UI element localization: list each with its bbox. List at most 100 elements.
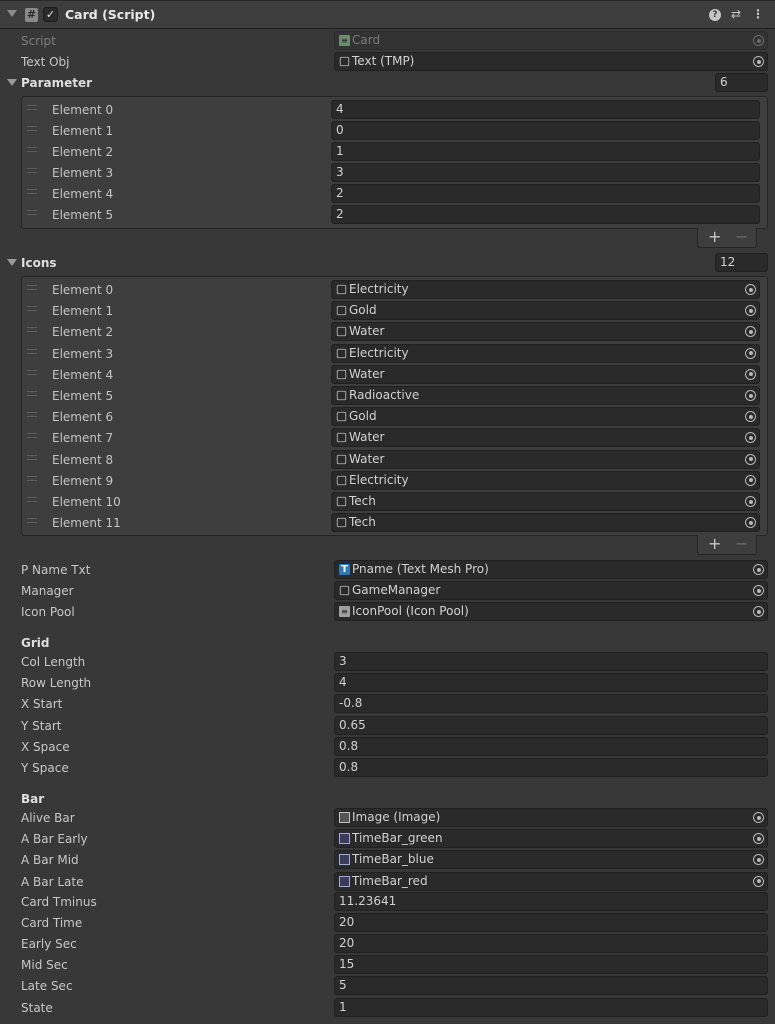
foldout-arrow-icon[interactable] bbox=[7, 10, 17, 17]
bar-value-field[interactable]: 1 bbox=[334, 997, 768, 1017]
p-name-txt-field[interactable]: T Pname (Text Mesh Pro) bbox=[334, 560, 768, 579]
element-object-field[interactable]: Radioactive bbox=[331, 386, 760, 405]
cube-icon bbox=[336, 284, 347, 295]
object-picker-icon[interactable] bbox=[745, 347, 756, 359]
add-element-button[interactable]: + bbox=[708, 535, 721, 553]
kebab-menu-icon[interactable]: ⋮ bbox=[751, 7, 765, 21]
add-element-button[interactable]: + bbox=[708, 228, 721, 246]
component-header[interactable]: # ✓ Card (Script) ? ⇄ ⋮ bbox=[0, 0, 775, 29]
element-object-field[interactable]: Electricity bbox=[331, 343, 760, 363]
drag-handle-icon[interactable] bbox=[27, 327, 37, 333]
object-picker-icon[interactable] bbox=[753, 812, 764, 823]
element-int-field[interactable]: 3 bbox=[331, 163, 760, 182]
icon-pool-field[interactable]: ≡ IconPool (Icon Pool) bbox=[334, 602, 768, 621]
object-picker-icon[interactable] bbox=[745, 305, 756, 317]
text-obj-field[interactable]: Text (TMP) bbox=[334, 52, 768, 71]
icons-label[interactable]: Icons bbox=[21, 256, 57, 270]
parameter-foldout-icon[interactable] bbox=[7, 79, 17, 86]
drag-handle-icon[interactable] bbox=[27, 348, 37, 354]
manager-field[interactable]: GameManager bbox=[334, 581, 768, 600]
element-object-field[interactable]: Water bbox=[331, 449, 760, 469]
drag-handle-icon[interactable] bbox=[27, 497, 37, 502]
grid-value-field[interactable]: -0.8 bbox=[334, 694, 768, 714]
object-picker-icon[interactable] bbox=[753, 564, 764, 575]
object-picker-icon[interactable] bbox=[745, 453, 756, 465]
element-object-field[interactable]: Electricity bbox=[331, 280, 760, 299]
element-object-field[interactable]: Tech bbox=[331, 492, 760, 511]
object-picker-icon[interactable] bbox=[745, 368, 756, 380]
object-picker-icon[interactable] bbox=[745, 432, 756, 444]
drag-handle-icon[interactable] bbox=[27, 454, 37, 460]
object-picker-icon[interactable] bbox=[753, 56, 764, 67]
drag-handle-icon[interactable] bbox=[27, 210, 37, 215]
drag-handle-icon[interactable] bbox=[27, 475, 37, 481]
bar-value-field[interactable]: 5 bbox=[334, 976, 768, 996]
drag-handle-icon[interactable] bbox=[27, 285, 37, 290]
grid-value-field[interactable]: 3 bbox=[334, 652, 768, 671]
bar-value-field[interactable]: 15 bbox=[334, 955, 768, 975]
object-picker-icon[interactable] bbox=[753, 35, 764, 46]
drag-handle-icon[interactable] bbox=[27, 105, 37, 110]
element-int-field[interactable]: 2 bbox=[331, 184, 760, 203]
object-picker-icon[interactable] bbox=[753, 854, 764, 866]
bar-value-field[interactable]: 11.23641 bbox=[334, 892, 768, 911]
grid-value-field[interactable]: 0.8 bbox=[334, 736, 768, 756]
drag-handle-icon[interactable] bbox=[27, 189, 37, 194]
element-object-field[interactable]: Water bbox=[331, 364, 760, 384]
drag-handle-icon[interactable] bbox=[27, 433, 37, 439]
parameter-size-field[interactable]: 6 bbox=[715, 73, 768, 92]
sliders-icon[interactable]: ⇄ bbox=[729, 7, 743, 21]
bar-value-field[interactable]: 20 bbox=[334, 934, 768, 954]
drag-handle-icon[interactable] bbox=[27, 412, 37, 418]
object-picker-icon[interactable] bbox=[745, 496, 756, 507]
element-object-field[interactable]: Electricity bbox=[331, 470, 760, 490]
object-picker-icon[interactable] bbox=[753, 833, 764, 845]
object-picker-icon[interactable] bbox=[745, 284, 756, 295]
element-int-field[interactable]: 2 bbox=[331, 205, 760, 224]
element-int-field[interactable]: 4 bbox=[331, 100, 760, 119]
parameter-label[interactable]: Parameter bbox=[21, 76, 92, 90]
grid-value-field[interactable]: 4 bbox=[334, 673, 768, 693]
grid-value-field[interactable]: 0.8 bbox=[334, 758, 768, 777]
element-label: Element 2 bbox=[52, 325, 114, 340]
drag-handle-icon[interactable] bbox=[27, 391, 37, 396]
script-field[interactable]: ≡ Card bbox=[334, 31, 768, 50]
drag-handle-icon[interactable] bbox=[27, 306, 37, 312]
object-picker-icon[interactable] bbox=[745, 390, 756, 401]
remove-element-button[interactable]: − bbox=[735, 228, 748, 246]
element-int-field[interactable]: 1 bbox=[331, 142, 760, 161]
element-object-field[interactable]: Tech bbox=[331, 513, 760, 533]
drag-handle-icon[interactable] bbox=[27, 369, 37, 375]
drag-handle-icon[interactable] bbox=[27, 518, 37, 524]
object-picker-icon[interactable] bbox=[753, 585, 764, 596]
parameter-add-remove: + − bbox=[697, 228, 757, 248]
bar-object-field[interactable]: TimeBar_green bbox=[334, 829, 768, 849]
drag-handle-icon[interactable] bbox=[27, 168, 37, 173]
object-picker-icon[interactable] bbox=[753, 606, 764, 617]
drag-handle-icon[interactable] bbox=[27, 147, 37, 152]
element-object-field[interactable]: Water bbox=[331, 428, 760, 448]
element-object-field[interactable]: Gold bbox=[331, 407, 760, 427]
icons-size-field[interactable]: 12 bbox=[715, 253, 768, 272]
element-int-field[interactable]: 0 bbox=[331, 121, 760, 140]
object-picker-icon[interactable] bbox=[753, 875, 764, 887]
icons-foldout-icon[interactable] bbox=[7, 259, 17, 266]
element-object-field[interactable]: Gold bbox=[331, 301, 760, 321]
help-icon[interactable]: ? bbox=[709, 9, 721, 21]
object-picker-icon[interactable] bbox=[745, 517, 756, 529]
bar-value-field[interactable]: 20 bbox=[334, 913, 768, 933]
object-picker-icon[interactable] bbox=[745, 411, 756, 423]
bar-object-field[interactable]: Image (Image) bbox=[334, 808, 768, 827]
bar-object-label: A Bar Early bbox=[21, 832, 88, 847]
element-object-field[interactable]: Water bbox=[331, 322, 760, 342]
enabled-checkbox[interactable]: ✓ bbox=[43, 7, 58, 22]
drag-handle-icon[interactable] bbox=[27, 126, 37, 131]
remove-element-button[interactable]: − bbox=[735, 535, 748, 553]
object-picker-icon[interactable] bbox=[745, 474, 756, 486]
bar-object-field[interactable]: TimeBar_red bbox=[334, 871, 768, 891]
bar-field-label: State bbox=[21, 1000, 53, 1015]
object-picker-icon[interactable] bbox=[745, 326, 756, 338]
bar-object-field[interactable]: TimeBar_blue bbox=[334, 850, 768, 870]
grid-value-field[interactable]: 0.65 bbox=[334, 715, 768, 735]
bar-field-label: Early Sec bbox=[21, 937, 77, 952]
